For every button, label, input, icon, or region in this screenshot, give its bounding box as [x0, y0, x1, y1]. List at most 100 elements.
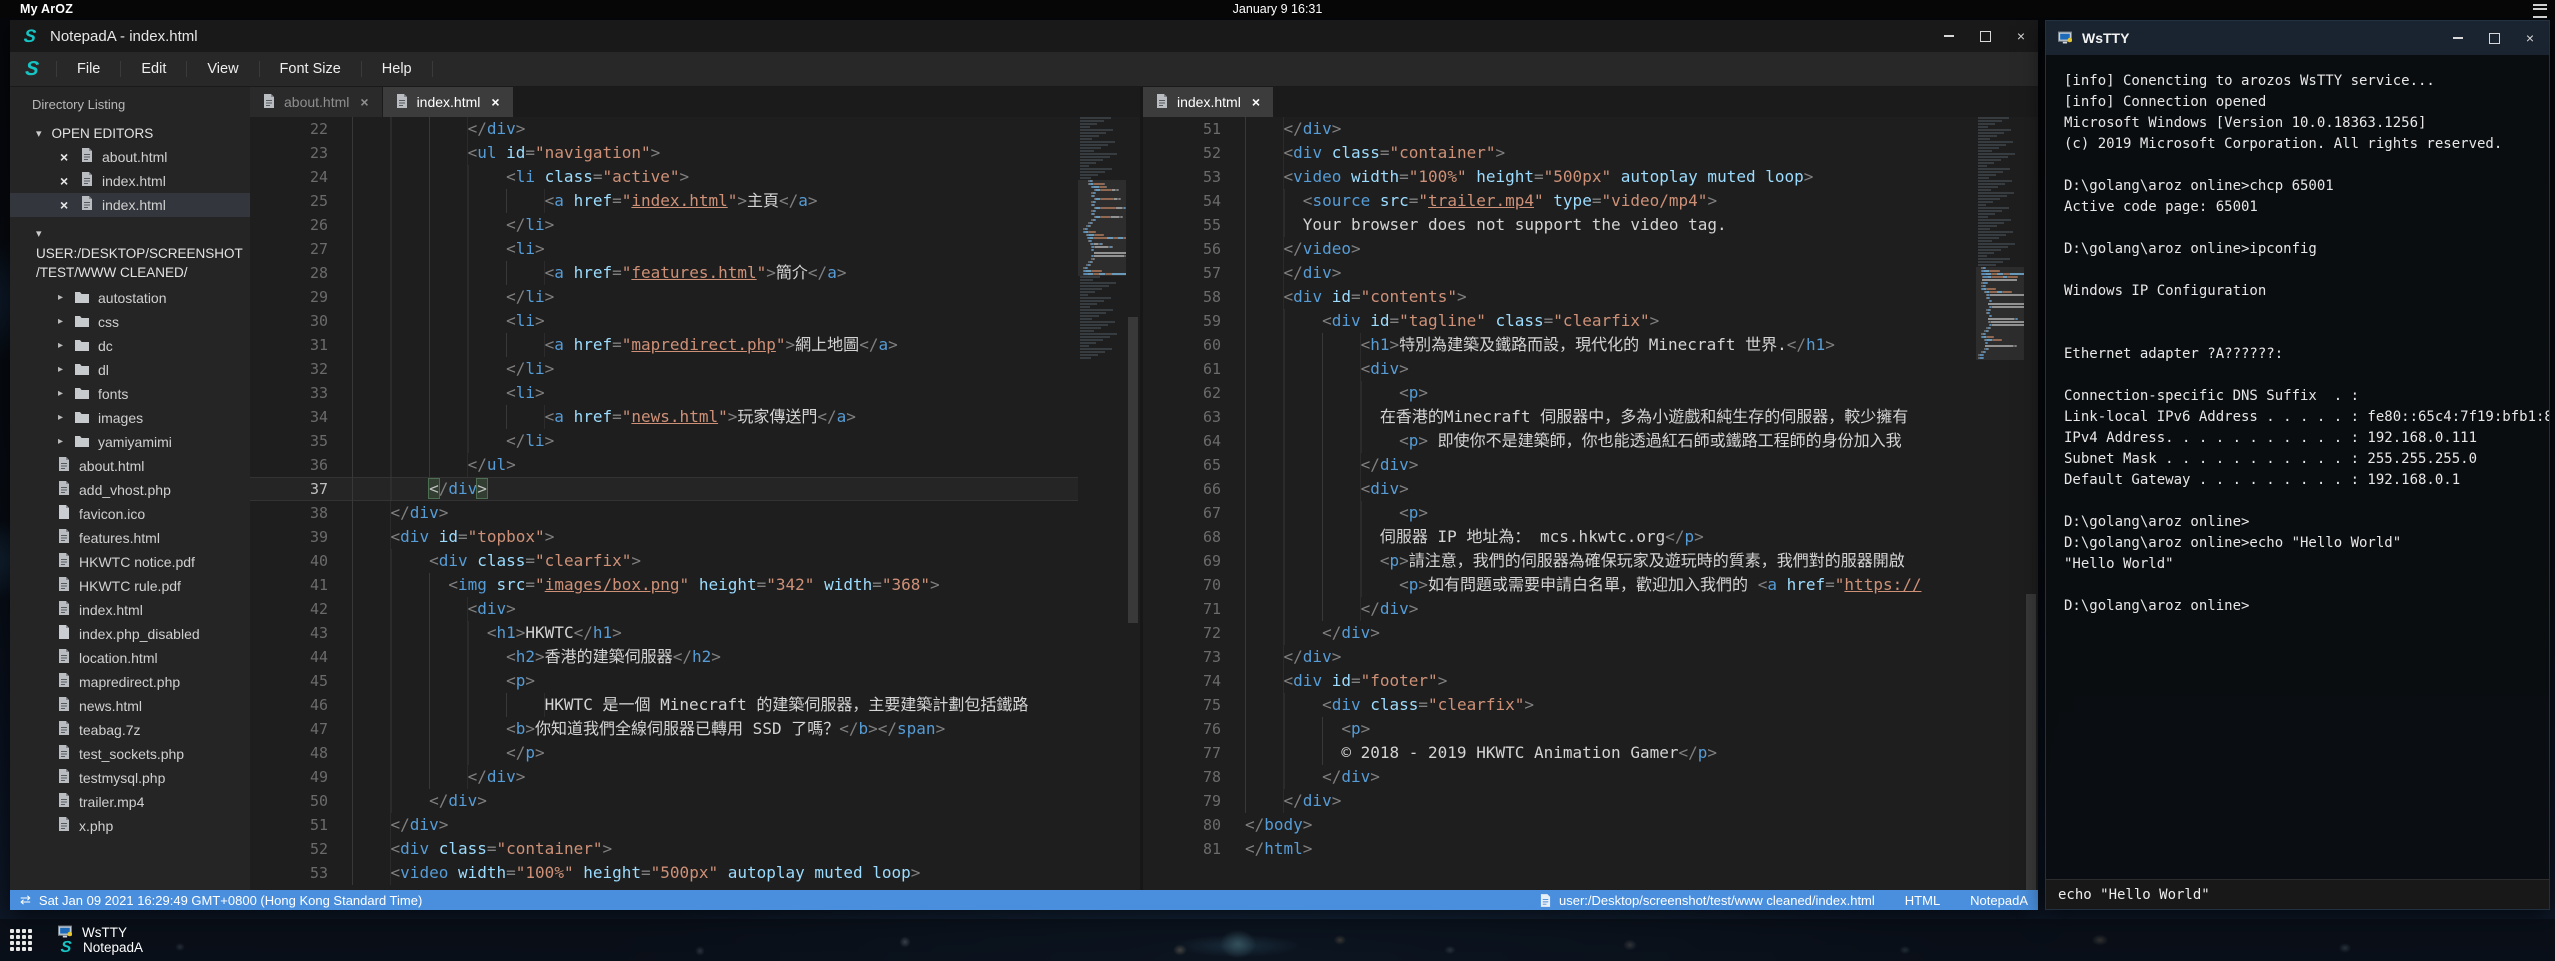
menu-help[interactable]: Help [361, 61, 433, 77]
minimize-icon[interactable] [1942, 29, 1956, 43]
code-line[interactable]: 75<div class="clearfix"> [1143, 693, 1976, 717]
minimize-icon[interactable] [2451, 31, 2465, 45]
code-line[interactable]: 49</div> [250, 765, 1078, 789]
code-line[interactable]: 28<a href="features.html">簡介</a> [250, 261, 1078, 285]
code-line[interactable]: 33<li> [250, 381, 1078, 405]
code-line[interactable]: 48</p> [250, 741, 1078, 765]
code-line[interactable]: 70<p>如有問題或需要申請白名單，歡迎加入我們的 <a href="https… [1143, 573, 1976, 597]
code-line[interactable]: 66<div> [1143, 477, 1976, 501]
code-area-left[interactable]: 22</div>23<ul id="navigation">24<li clas… [250, 117, 1078, 890]
scrollbar-right[interactable] [2024, 117, 2038, 890]
code-line[interactable]: 53<video width="100%" height="500px" aut… [1143, 165, 1976, 189]
code-line[interactable]: 39<div id="topbox"> [250, 525, 1078, 549]
code-line[interactable]: 80</body> [1143, 813, 1976, 837]
maximize-icon[interactable] [2487, 31, 2501, 45]
taskbar-item-notepada[interactable]: SNotepadA [58, 940, 143, 956]
code-line[interactable]: 74<div id="footer"> [1143, 669, 1976, 693]
code-line[interactable]: 53<video width="100%" height="500px" aut… [250, 861, 1078, 885]
folder-item[interactable]: ▸fonts [10, 382, 250, 406]
code-line[interactable]: 76<p> [1143, 717, 1976, 741]
code-line[interactable]: 43<h1>HKWTC</h1> [250, 621, 1078, 645]
code-line[interactable]: 36</ul> [250, 453, 1078, 477]
code-line[interactable]: 65</div> [1143, 453, 1976, 477]
tab-about.html[interactable]: about.html× [250, 87, 382, 117]
tab-close-icon[interactable]: × [491, 94, 499, 110]
folder-item[interactable]: ▸dl [10, 358, 250, 382]
file-item[interactable]: trailer.mp4 [10, 790, 250, 814]
terminal-output[interactable]: [info] Conencting to arozos WsTTY servic… [2046, 55, 2549, 879]
code-line[interactable]: 54<source src="trailer.mp4" type="video/… [1143, 189, 1976, 213]
code-line[interactable]: 69<p>請注意，我們的伺服器為確保玩家及遊玩時的質素，我們對的服器開啟 [1143, 549, 1976, 573]
menu-file[interactable]: File [56, 61, 120, 77]
code-line[interactable]: 52<div class="container"> [250, 837, 1078, 861]
code-line[interactable]: 51</div> [250, 813, 1078, 837]
close-file-icon[interactable]: × [60, 145, 72, 169]
code-line[interactable]: 73</div> [1143, 645, 1976, 669]
code-line[interactable]: 44<h2>香港的建築伺服器</h2> [250, 645, 1078, 669]
app-launcher-grid-icon[interactable] [10, 929, 32, 951]
code-line[interactable]: 62<p> [1143, 381, 1976, 405]
code-line[interactable]: 31<a href="mapredirect.php">網上地圖</a> [250, 333, 1078, 357]
code-line[interactable]: 38</div> [250, 501, 1078, 525]
code-line[interactable]: 78</div> [1143, 765, 1976, 789]
maximize-icon[interactable] [1978, 29, 1992, 43]
code-line[interactable]: 51</div> [1143, 117, 1976, 141]
code-line[interactable]: 60<h1>特別為建築及鐵路而設，現代化的 Minecraft 世界.</h1> [1143, 333, 1976, 357]
code-line[interactable]: 29</li> [250, 285, 1078, 309]
close-icon[interactable]: × [2523, 31, 2537, 45]
notepad-titlebar[interactable]: S NotepadA - index.html × [10, 20, 2038, 52]
file-item[interactable]: teabag.7z [10, 718, 250, 742]
code-line[interactable]: 45<p> [250, 669, 1078, 693]
menu-edit[interactable]: Edit [120, 61, 186, 77]
code-line[interactable]: 50</div> [250, 789, 1078, 813]
statusbar-filepath[interactable]: user:/Desktop/screenshot/test/www cleane… [1559, 893, 1875, 908]
menu-font-size[interactable]: Font Size [259, 61, 361, 77]
folder-item[interactable]: ▸autostation [10, 286, 250, 310]
folder-item[interactable]: ▸yamiyamimi [10, 430, 250, 454]
open-editors-section[interactable]: ▾ OPEN EDITORS [10, 122, 250, 145]
hamburger-menu-icon[interactable] [2533, 4, 2547, 18]
code-line[interactable]: 46HKWTC 是一個 Minecraft 的建築伺服器，主要建築計劃包括鐵路 [250, 693, 1078, 717]
file-item[interactable]: index.html [10, 598, 250, 622]
code-line[interactable]: 56</video> [1143, 237, 1976, 261]
code-line[interactable]: 27<li> [250, 237, 1078, 261]
code-line[interactable]: 59<div id="tagline" class="clearfix"> [1143, 309, 1976, 333]
minimap-slider[interactable] [1976, 267, 2024, 360]
code-line[interactable]: 22</div> [250, 117, 1078, 141]
file-item[interactable]: mapredirect.php [10, 670, 250, 694]
notepada-menu-logo-icon[interactable]: S [21, 59, 43, 79]
file-item[interactable]: test_sockets.php [10, 742, 250, 766]
open-editor-item[interactable]: ×index.html [10, 193, 250, 217]
file-item[interactable]: news.html [10, 694, 250, 718]
code-line[interactable]: 32</li> [250, 357, 1078, 381]
taskbar-item-wstty[interactable]: WsTTY [58, 925, 143, 940]
scrollbar-thumb[interactable] [2026, 594, 2036, 890]
sync-icon[interactable]: ⇄ [20, 892, 31, 908]
folder-item[interactable]: ▸css [10, 310, 250, 334]
file-item[interactable]: index.php_disabled [10, 622, 250, 646]
code-line[interactable]: 79</div> [1143, 789, 1976, 813]
folder-item[interactable]: ▸images [10, 406, 250, 430]
close-file-icon[interactable]: × [60, 193, 72, 217]
statusbar-language[interactable]: HTML [1905, 893, 1940, 908]
file-item[interactable]: about.html [10, 454, 250, 478]
code-line[interactable]: 52<div class="container"> [1143, 141, 1976, 165]
file-item[interactable]: add_vhost.php [10, 478, 250, 502]
workspace-section[interactable]: ▾ USER:/DESKTOP/SCREENSHOT /TEST/WWW CLE… [10, 217, 250, 286]
code-line[interactable]: 40<div class="clearfix"> [250, 549, 1078, 573]
code-line[interactable]: 72</div> [1143, 621, 1976, 645]
code-line[interactable]: 35</li> [250, 429, 1078, 453]
file-item[interactable]: testmysql.php [10, 766, 250, 790]
file-item[interactable]: location.html [10, 646, 250, 670]
code-line[interactable]: 77© 2018 - 2019 HKWTC Animation Gamer</p… [1143, 741, 1976, 765]
wstty-titlebar[interactable]: WsTTY × [2046, 21, 2549, 55]
code-line[interactable]: 57</div> [1143, 261, 1976, 285]
file-item[interactable]: features.html [10, 526, 250, 550]
file-item[interactable]: HKWTC notice.pdf [10, 550, 250, 574]
scrollbar-thumb[interactable] [1128, 317, 1138, 622]
open-editor-item[interactable]: ×about.html [10, 145, 250, 169]
scrollbar-left[interactable] [1126, 117, 1140, 890]
code-line[interactable]: 68伺服器 IP 地址為： mcs.hkwtc.org</p> [1143, 525, 1976, 549]
code-area-right[interactable]: 51</div>52<div class="container">53<vide… [1143, 117, 1976, 890]
code-line[interactable]: 55Your browser does not support the vide… [1143, 213, 1976, 237]
